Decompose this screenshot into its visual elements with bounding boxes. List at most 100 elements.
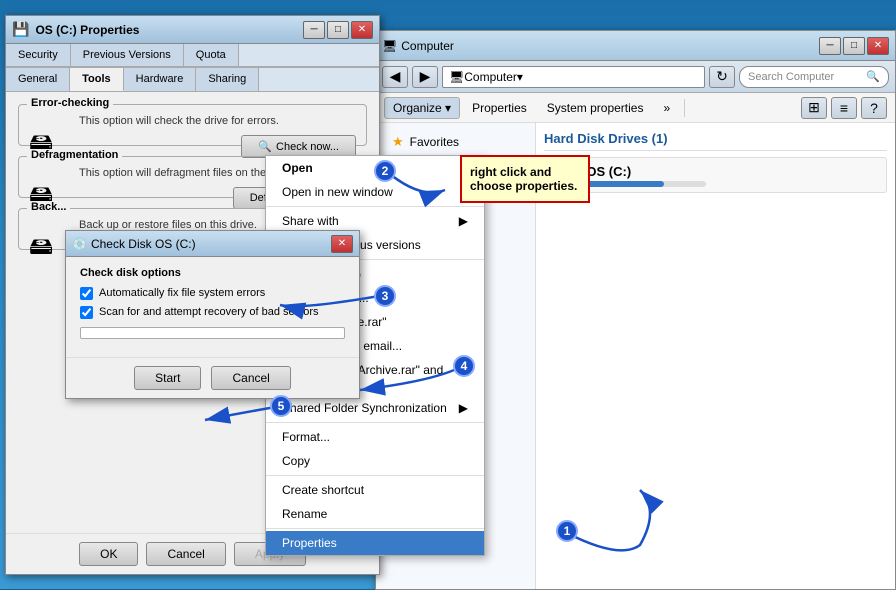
- address-caret: ▾: [517, 70, 523, 84]
- ctx-sep-1: [266, 206, 484, 207]
- tab-hardware[interactable]: Hardware: [124, 68, 197, 91]
- error-checking-label: Error-checking: [27, 97, 113, 109]
- tab-tools[interactable]: Tools: [70, 68, 124, 91]
- checkdisk-footer: Start Cancel: [66, 357, 359, 398]
- check-now-label: Check now...: [276, 141, 339, 153]
- properties-titlebar[interactable]: 💾 OS (C:) Properties ─ □ ✕: [6, 16, 379, 44]
- more-toolbar-button[interactable]: »: [655, 97, 678, 119]
- favorites-icon: ★: [392, 134, 404, 150]
- ctx-rename-label: Rename: [282, 507, 327, 521]
- props-maximize-btn[interactable]: □: [327, 21, 349, 39]
- checkdisk-checkbox-row-2: Scan for and attempt recovery of bad sec…: [80, 306, 345, 319]
- explorer-toolbar: Organize ▾ Properties System properties …: [376, 93, 895, 123]
- drive-name: OS (C:): [586, 164, 706, 179]
- props-cancel-button[interactable]: Cancel: [146, 542, 225, 566]
- props-tabs-row2: General Tools Hardware Sharing: [6, 67, 379, 92]
- view-list-button[interactable]: ≡: [831, 97, 857, 119]
- ctx-copy[interactable]: Copy: [266, 449, 484, 473]
- search-placeholder: Search Computer: [748, 71, 834, 83]
- tab-security[interactable]: Security: [6, 44, 71, 66]
- back-button[interactable]: ◀: [382, 66, 408, 88]
- callout-text: right click and choose properties.: [470, 165, 577, 193]
- explorer-icon: 🖥: [382, 39, 397, 53]
- explorer-title: Computer: [401, 39, 817, 53]
- explorer-close-btn[interactable]: ✕: [867, 37, 889, 55]
- error-checking-desc: This option will check the drive for err…: [79, 115, 356, 127]
- checkdisk-checkbox-row-1: Automatically fix file system errors: [80, 287, 345, 300]
- ctx-sep-5: [266, 528, 484, 529]
- drive-info: OS (C:): [586, 164, 706, 187]
- refresh-button[interactable]: ↻: [709, 66, 735, 88]
- ctx-share-arrow: ▶: [459, 214, 468, 228]
- properties-title: OS (C:) Properties: [35, 23, 301, 37]
- explorer-titlebar[interactable]: 🖥 Computer ─ □ ✕: [376, 31, 895, 61]
- scan-recovery-checkbox[interactable]: [80, 306, 93, 319]
- view-icons-button[interactable]: ⊞: [801, 97, 827, 119]
- checkdisk-content: Check disk options Automatically fix fil…: [66, 257, 359, 357]
- tab-previous-versions[interactable]: Previous Versions: [71, 44, 184, 66]
- ctx-create-shortcut-label: Create shortcut: [282, 483, 364, 497]
- explorer-maximize-btn[interactable]: □: [843, 37, 865, 55]
- help-button[interactable]: ?: [861, 97, 887, 119]
- address-icon: 🖥: [449, 70, 464, 84]
- checkdisk-titlebar[interactable]: 💿 Check Disk OS (C:) ✕: [66, 231, 359, 257]
- step-badge-3: 3: [374, 285, 396, 307]
- sidebar-favorites-header[interactable]: ★ Favorites: [376, 131, 535, 153]
- step-badge-1: 1: [556, 520, 578, 542]
- props-close-btn[interactable]: ✕: [351, 21, 373, 39]
- checkdisk-dialog: 💿 Check Disk OS (C:) ✕ Check disk option…: [65, 230, 360, 399]
- favorites-label: Favorites: [410, 135, 459, 149]
- ctx-format[interactable]: Format...: [266, 425, 484, 449]
- props-ok-button[interactable]: OK: [79, 542, 138, 566]
- toolbar-separator: [684, 99, 685, 117]
- backup-label: Back...: [27, 201, 70, 213]
- checkdisk-title: Check Disk OS (C:): [91, 237, 329, 251]
- checkdisk-options-label: Check disk options: [80, 267, 345, 279]
- backup-icon: 🖴: [29, 229, 53, 270]
- ctx-shared-arrow: ▶: [459, 401, 468, 415]
- drive-os-c[interactable]: 💽 OS (C:): [544, 157, 887, 193]
- tab-sharing[interactable]: Sharing: [196, 68, 259, 91]
- checkdisk-close-btn[interactable]: ✕: [331, 235, 353, 253]
- ctx-format-label: Format...: [282, 430, 330, 444]
- system-properties-button[interactable]: System properties: [539, 97, 652, 119]
- search-bar[interactable]: Search Computer 🔍: [739, 66, 889, 88]
- checkdisk-icon: 💿: [72, 237, 87, 251]
- address-bar[interactable]: 🖥 Computer ▾: [442, 66, 705, 88]
- checkdisk-progress-bar: [80, 327, 345, 339]
- explorer-minimize-btn[interactable]: ─: [819, 37, 841, 55]
- ctx-create-shortcut[interactable]: Create shortcut: [266, 478, 484, 502]
- step-badge-4: 4: [453, 355, 475, 377]
- tab-general[interactable]: General: [6, 68, 70, 91]
- checkdisk-cancel-button[interactable]: Cancel: [211, 366, 290, 390]
- checkdisk-start-button[interactable]: Start: [134, 366, 201, 390]
- auto-fix-label: Automatically fix file system errors: [99, 287, 265, 299]
- ctx-rename[interactable]: Rename: [266, 502, 484, 526]
- view-controls: ⊞ ≡ ?: [801, 97, 887, 119]
- ctx-open-new-window-label: Open in new window: [282, 185, 393, 199]
- step-badge-2: 2: [374, 160, 396, 182]
- organize-button[interactable]: Organize ▾: [384, 97, 460, 119]
- auto-fix-checkbox[interactable]: [80, 287, 93, 300]
- explorer-nav: ◀ ▶ 🖥 Computer ▾ ↻ Search Computer 🔍: [376, 61, 895, 93]
- props-minimize-btn[interactable]: ─: [303, 21, 325, 39]
- forward-button[interactable]: ▶: [412, 66, 438, 88]
- error-checking-section: Error-checking 🖴 This option will check …: [18, 104, 367, 146]
- address-text: Computer: [464, 70, 517, 84]
- hdd-title-icon: 💾: [12, 21, 29, 38]
- ctx-share-with-label: Share with: [282, 214, 339, 228]
- ctx-open-new-window[interactable]: Open in new window: [266, 180, 484, 204]
- properties-toolbar-button[interactable]: Properties: [464, 97, 535, 119]
- ctx-open-label: Open: [282, 161, 313, 175]
- ctx-properties[interactable]: Properties: [266, 531, 484, 555]
- wsxdn-watermark: wsxdn.com: [838, 574, 888, 585]
- search-icon: 🔍: [866, 70, 880, 83]
- defrag-label: Defragmentation: [27, 149, 122, 161]
- scan-recovery-label: Scan for and attempt recovery of bad sec…: [99, 306, 319, 318]
- step-badge-5: 5: [270, 395, 292, 417]
- drive-bar-container: [586, 181, 706, 187]
- ctx-sep-4: [266, 475, 484, 476]
- ctx-shared-folder[interactable]: Shared Folder Synchronization ▶: [266, 396, 484, 420]
- tab-quota[interactable]: Quota: [184, 44, 239, 66]
- ctx-properties-label: Properties: [282, 536, 337, 550]
